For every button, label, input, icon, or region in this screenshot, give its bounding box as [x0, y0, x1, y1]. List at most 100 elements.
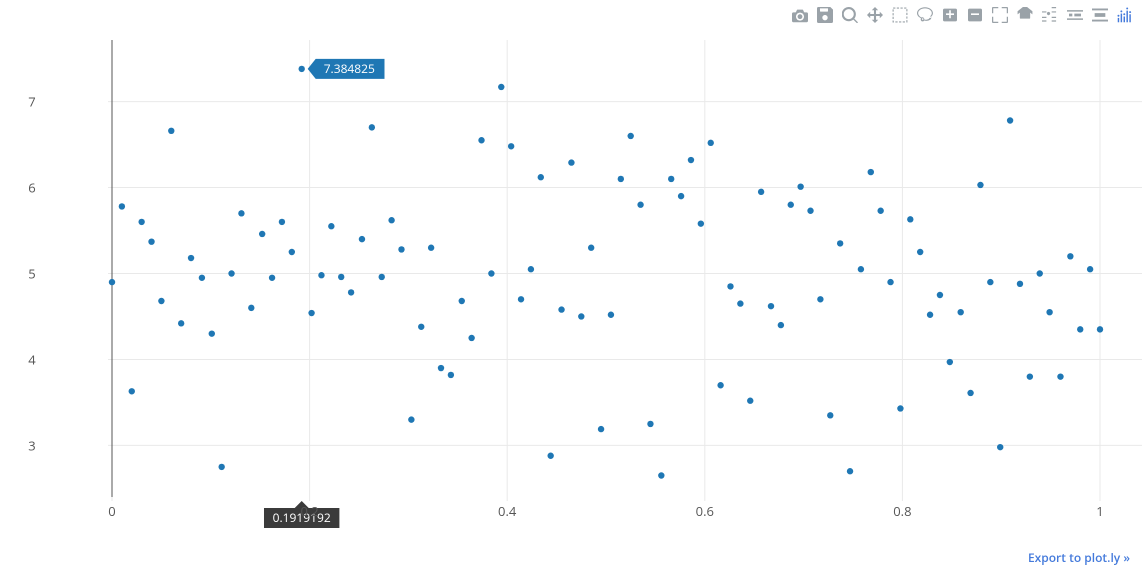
scatter-marker[interactable] [369, 124, 375, 130]
scatter-marker[interactable] [747, 398, 753, 404]
scatter-marker[interactable] [1077, 326, 1083, 332]
scatter-marker[interactable] [937, 292, 943, 298]
scatter-marker[interactable] [768, 303, 774, 309]
scatter-marker[interactable] [647, 421, 653, 427]
scatter-marker[interactable] [1097, 326, 1103, 332]
scatter-marker[interactable] [138, 219, 144, 225]
scatter-marker[interactable] [827, 412, 833, 418]
scatter-marker[interactable] [927, 312, 933, 318]
scatter-marker[interactable] [1037, 270, 1043, 276]
scatter-marker[interactable] [418, 324, 424, 330]
scatter-marker[interactable] [1017, 281, 1023, 287]
scatter-marker[interactable] [438, 365, 444, 371]
scatter-marker[interactable] [698, 220, 704, 226]
scatter-marker[interactable] [289, 249, 295, 255]
scatter-marker[interactable] [178, 320, 184, 326]
scatter-marker[interactable] [498, 84, 504, 90]
scatter-marker[interactable] [148, 238, 154, 244]
scatter-marker[interactable] [328, 223, 334, 229]
scatter-marker[interactable] [379, 274, 385, 280]
scatter-marker[interactable] [298, 66, 304, 72]
scatter-marker[interactable] [737, 300, 743, 306]
scatter-marker[interactable] [199, 275, 205, 281]
scatter-marker[interactable] [947, 359, 953, 365]
scatter-marker[interactable] [807, 208, 813, 214]
scatter-marker[interactable] [188, 255, 194, 261]
scatter-marker[interactable] [238, 210, 244, 216]
export-link[interactable]: Export to plot.ly » [1028, 549, 1130, 566]
scatter-marker[interactable] [359, 236, 365, 242]
scatter-marker[interactable] [1057, 373, 1063, 379]
scatter-marker[interactable] [129, 388, 135, 394]
scatter-marker[interactable] [957, 309, 963, 315]
scatter-marker[interactable] [168, 128, 174, 134]
scatter-marker[interactable] [279, 219, 285, 225]
scatter-marker[interactable] [1007, 117, 1013, 123]
scatter-marker[interactable] [618, 176, 624, 182]
scatter-marker[interactable] [758, 189, 764, 195]
scatter-marker[interactable] [817, 296, 823, 302]
scatter-marker[interactable] [228, 270, 234, 276]
scatter-marker[interactable] [158, 298, 164, 304]
scatter-marker[interactable] [688, 157, 694, 163]
scatter-marker[interactable] [637, 202, 643, 208]
scatter-marker[interactable] [508, 143, 514, 149]
scatter-marker[interactable] [708, 140, 714, 146]
scatter-marker[interactable] [588, 245, 594, 251]
scatter-marker[interactable] [678, 193, 684, 199]
scatter-marker[interactable] [468, 335, 474, 341]
scatter-marker[interactable] [658, 472, 664, 478]
scatter-marker[interactable] [488, 270, 494, 276]
scatter-marker[interactable] [109, 279, 115, 285]
scatter-marker[interactable] [518, 296, 524, 302]
scatter-marker[interactable] [338, 274, 344, 280]
scatter-marker[interactable] [568, 159, 574, 165]
scatter-marker[interactable] [717, 382, 723, 388]
scatter-plot[interactable]: 7.3848250.1919192 00.20.40.60.8134567 [0, 0, 1142, 576]
scatter-marker[interactable] [119, 203, 125, 209]
scatter-marker[interactable] [668, 176, 674, 182]
scatter-marker[interactable] [977, 182, 983, 188]
scatter-marker[interactable] [308, 310, 314, 316]
scatter-marker[interactable] [478, 137, 484, 143]
scatter-marker[interactable] [428, 245, 434, 251]
scatter-marker[interactable] [209, 330, 215, 336]
scatter-marker[interactable] [917, 249, 923, 255]
scatter-marker[interactable] [847, 468, 853, 474]
scatter-marker[interactable] [547, 453, 553, 459]
scatter-marker[interactable] [897, 405, 903, 411]
scatter-marker[interactable] [388, 217, 394, 223]
scatter-marker[interactable] [318, 272, 324, 278]
scatter-marker[interactable] [408, 416, 414, 422]
scatter-marker[interactable] [788, 202, 794, 208]
scatter-marker[interactable] [1087, 266, 1093, 272]
scatter-marker[interactable] [608, 312, 614, 318]
scatter-marker[interactable] [1067, 253, 1073, 259]
scatter-marker[interactable] [398, 246, 404, 252]
scatter-marker[interactable] [997, 444, 1003, 450]
scatter-marker[interactable] [598, 426, 604, 432]
scatter-marker[interactable] [348, 289, 354, 295]
scatter-marker[interactable] [269, 275, 275, 281]
scatter-marker[interactable] [528, 266, 534, 272]
scatter-marker[interactable] [907, 216, 913, 222]
scatter-marker[interactable] [877, 208, 883, 214]
scatter-marker[interactable] [578, 313, 584, 319]
scatter-marker[interactable] [797, 183, 803, 189]
scatter-marker[interactable] [259, 231, 265, 237]
scatter-marker[interactable] [448, 372, 454, 378]
scatter-marker[interactable] [1046, 309, 1052, 315]
scatter-marker[interactable] [858, 266, 864, 272]
scatter-marker[interactable] [1027, 373, 1033, 379]
scatter-marker[interactable] [538, 174, 544, 180]
scatter-marker[interactable] [218, 464, 224, 470]
scatter-marker[interactable] [837, 240, 843, 246]
scatter-marker[interactable] [868, 169, 874, 175]
scatter-marker[interactable] [628, 133, 634, 139]
scatter-marker[interactable] [558, 306, 564, 312]
scatter-marker[interactable] [887, 279, 893, 285]
scatter-marker[interactable] [987, 279, 993, 285]
scatter-marker[interactable] [727, 283, 733, 289]
scatter-marker[interactable] [778, 322, 784, 328]
scatter-marker[interactable] [459, 298, 465, 304]
